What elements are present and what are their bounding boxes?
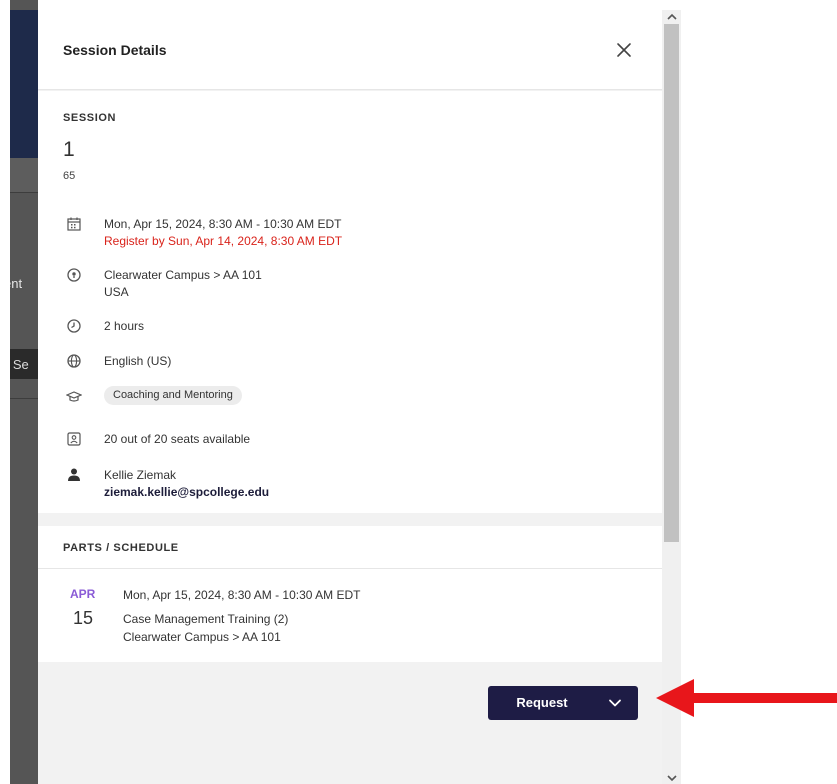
seat-badge-icon xyxy=(67,432,81,446)
parts-schedule-header: PARTS / SCHEDULE xyxy=(38,526,662,569)
close-button[interactable] xyxy=(612,38,636,62)
schedule-location: Clearwater Campus > AA 101 xyxy=(123,630,281,644)
request-button[interactable]: Request xyxy=(488,686,638,720)
session-section: SESSION 1 65 Mon, Apr 15, 2024, 8:30 AM … xyxy=(38,91,662,513)
graduation-cap-icon xyxy=(66,391,82,402)
session-language: English (US) xyxy=(104,354,172,368)
close-icon xyxy=(617,43,631,57)
session-subtitle: 65 xyxy=(63,170,76,182)
clock-icon xyxy=(67,319,81,333)
person-icon xyxy=(68,468,80,481)
schedule-month: APR xyxy=(70,587,96,601)
annotation-arrow-icon xyxy=(656,679,837,717)
session-number: 1 xyxy=(63,138,75,161)
panel-scrollbar[interactable] xyxy=(662,10,681,784)
background-divider-2 xyxy=(10,398,38,399)
session-date-time: Mon, Apr 15, 2024, 8:30 AM - 10:30 AM ED… xyxy=(104,217,342,231)
schedule-part-name: Case Management Training (2) xyxy=(123,612,289,626)
schedule-day: 15 xyxy=(73,608,94,628)
scroll-up-icon[interactable] xyxy=(666,10,678,24)
session-location: Clearwater Campus > AA 101 xyxy=(104,268,262,282)
background-tab-band xyxy=(10,158,38,192)
background-partial-text: ent xyxy=(10,276,23,291)
chevron-down-icon[interactable] xyxy=(608,696,622,710)
calendar-icon xyxy=(67,217,81,231)
session-section-label: SESSION xyxy=(63,112,117,124)
background-partial-button-label: a Se xyxy=(10,357,29,372)
register-by-deadline: Register by Sun, Apr 14, 2024, 8:30 AM E… xyxy=(104,234,343,248)
topic-chip: Coaching and Mentoring xyxy=(104,386,242,405)
panel-header: Session Details xyxy=(38,10,662,90)
parts-section-label: PARTS / SCHEDULE xyxy=(63,542,179,554)
session-country: USA xyxy=(104,285,129,299)
background-divider xyxy=(10,192,38,193)
panel-title: Session Details xyxy=(63,42,167,58)
scrollbar-thumb[interactable] xyxy=(664,24,679,542)
location-pin-icon xyxy=(67,268,81,282)
schedule-date-time: Mon, Apr 15, 2024, 8:30 AM - 10:30 AM ED… xyxy=(123,588,361,602)
background-page: ent a Se xyxy=(0,0,38,784)
session-duration: 2 hours xyxy=(104,319,145,333)
request-button-label: Request xyxy=(516,695,568,710)
globe-icon xyxy=(67,354,81,368)
instructor-name: Kellie Ziemak xyxy=(104,468,177,482)
session-seats: 20 out of 20 seats available xyxy=(104,432,251,446)
scroll-down-icon[interactable] xyxy=(666,772,678,784)
background-gap xyxy=(0,0,10,784)
parts-schedule-section: PARTS / SCHEDULE APR 15 Mon, Apr 15, 202… xyxy=(38,526,662,662)
instructor-email-link[interactable]: ziemak.kellie@spcollege.edu xyxy=(104,484,269,501)
session-details-panel: Session Details SESSION 1 65 Mon, Apr 15… xyxy=(38,10,662,784)
background-header-band xyxy=(10,10,38,158)
